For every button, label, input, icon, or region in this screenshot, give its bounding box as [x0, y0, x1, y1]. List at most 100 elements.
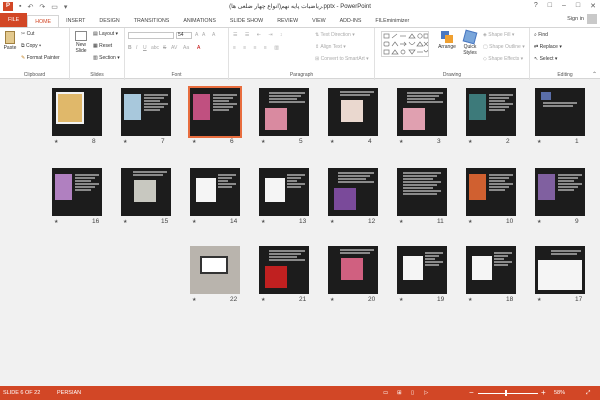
tab-design[interactable]: DESIGN [92, 15, 126, 27]
copy-button[interactable]: ⧉ Copy ▾ [21, 43, 41, 49]
shape-outline-button[interactable]: ▢ Shape Outline ▾ [483, 44, 525, 50]
change-case-button[interactable]: Aa [183, 45, 189, 51]
slide-thumbnail-13[interactable] [259, 168, 309, 216]
zoom-in-button[interactable]: + [541, 388, 546, 397]
find-button[interactable]: ⌕ Find [534, 32, 548, 38]
clipboard-group: Paste ✂ Cut ⧉ Copy ▾ ✎ Format Painter Cl… [0, 28, 70, 80]
slide-text-line [489, 186, 509, 188]
tab-transitions[interactable]: TRANSITIONS [127, 15, 177, 27]
slide-thumbnail-9[interactable] [535, 168, 585, 216]
shape-effects-button[interactable]: ◇ Shape Effects ▾ [483, 56, 523, 62]
slide-thumbnail-1[interactable] [535, 88, 585, 136]
font-size-field[interactable]: 54 [176, 32, 192, 39]
slide-thumbnail-5[interactable] [259, 88, 309, 136]
char-spacing-button[interactable]: AV [171, 45, 177, 51]
account-avatar[interactable] [587, 14, 597, 24]
sign-in-link[interactable]: Sign in [567, 16, 584, 22]
slide-text-line [144, 106, 164, 108]
tab-add-ins[interactable]: ADD-INS [333, 15, 369, 27]
new-slide-button[interactable]: New Slide [73, 31, 89, 54]
minimize-button[interactable]: – [562, 2, 566, 10]
slideshow-view-icon[interactable]: ▷ [424, 390, 428, 396]
maximize-button[interactable]: □ [576, 2, 580, 10]
shapes-gallery[interactable] [381, 31, 429, 57]
language-indicator[interactable]: PERSIAN [57, 390, 81, 396]
close-button[interactable]: ✕ [590, 2, 596, 10]
paste-button[interactable]: Paste [3, 31, 17, 51]
slide-thumbnail-4[interactable] [328, 88, 378, 136]
format-painter-button[interactable]: ✎ Format Painter [21, 55, 60, 61]
slide-thumbnail-10[interactable] [466, 168, 516, 216]
convert-smartart-button[interactable]: ⊞ Convert to SmartArt ▾ [315, 56, 369, 62]
help-button[interactable]: ? [534, 2, 538, 10]
quick-styles-button[interactable]: Quick Styles [460, 29, 480, 56]
slide-thumbnail-22[interactable] [190, 246, 240, 294]
reset-label: Reset [99, 43, 113, 49]
font-color-button[interactable]: A [197, 45, 200, 51]
slide-thumbnail-3[interactable] [397, 88, 447, 136]
bold-button[interactable]: B [128, 45, 132, 51]
strikethrough-button[interactable]: S [163, 45, 166, 51]
shape-effects-label: Shape Effects [488, 56, 520, 62]
slide-text-line [403, 175, 437, 177]
zoom-slider-thumb[interactable] [505, 390, 507, 396]
collapse-ribbon-icon[interactable]: ⌃ [592, 71, 597, 78]
shape-fill-button[interactable]: ◈ Shape Fill ▾ [483, 32, 514, 38]
tab-review[interactable]: REVIEW [270, 15, 305, 27]
slide-text-line [287, 180, 297, 182]
slide-thumbnail-21[interactable] [259, 246, 309, 294]
clear-formatting-button[interactable]: A [212, 32, 215, 38]
slide-thumbnail-2[interactable] [466, 88, 516, 136]
tab-insert[interactable]: INSERT [59, 15, 92, 27]
cut-button[interactable]: ✂ Cut [21, 31, 34, 37]
shadow-button[interactable]: abc [151, 45, 159, 51]
reset-button[interactable]: ▦ Reset [93, 43, 112, 49]
slide-text-line [269, 250, 305, 252]
slide-thumbnail-11[interactable] [397, 168, 447, 216]
slide-text-line [75, 186, 95, 188]
arrange-button[interactable]: Arrange [437, 31, 457, 50]
replace-button[interactable]: ⇄ Replace ▾ [534, 44, 562, 50]
tab-slide-show[interactable]: SLIDE SHOW [223, 15, 270, 27]
reading-view-icon[interactable]: ▯ [411, 390, 414, 396]
underline-button[interactable]: U [143, 45, 147, 51]
slide-thumbnail-20[interactable] [328, 246, 378, 294]
ribbon-display-button[interactable]: □ [548, 2, 552, 10]
slide-thumbnail-16[interactable] [52, 168, 102, 216]
section-button[interactable]: ▥ Section ▾ [93, 55, 120, 61]
slide-thumbnail-8[interactable] [52, 88, 102, 136]
slide-thumbnail-15[interactable] [121, 168, 171, 216]
slide-text-line [489, 109, 505, 111]
tab-view[interactable]: VIEW [305, 15, 333, 27]
list-buttons[interactable]: ☰ ☰ ⇤ ⇥ ↕ [233, 32, 285, 38]
slide-sorter-view-icon[interactable]: ⊞ [397, 390, 402, 396]
text-direction-button[interactable]: ⇅ Text Direction ▾ [315, 32, 355, 38]
tab-fileminimizer[interactable]: FILEminimizer [368, 15, 416, 27]
shrink-font-button[interactable]: A [202, 32, 205, 38]
shape-fill-label: Shape Fill [488, 32, 511, 38]
slide-thumbnail-6[interactable] [188, 86, 242, 138]
slide-thumbnail-19[interactable] [397, 246, 447, 294]
slide-text-line [218, 186, 232, 188]
normal-view-icon[interactable]: ▭ [383, 390, 388, 396]
slide-thumbnail-7[interactable] [121, 88, 171, 136]
slide-thumbnail-17[interactable] [535, 246, 585, 294]
zoom-level[interactable]: 58% [554, 390, 565, 396]
tab-animations[interactable]: ANIMATIONS [176, 15, 223, 27]
slide-thumbnail-14[interactable] [190, 168, 240, 216]
grow-font-button[interactable]: A [195, 32, 198, 38]
slide-thumbnail-18[interactable] [466, 246, 516, 294]
tab-home[interactable]: HOME [27, 15, 60, 27]
font-name-field[interactable] [128, 32, 174, 39]
fit-to-window-icon[interactable]: ⤢ [586, 390, 590, 397]
align-text-button[interactable]: ⇕ Align Text ▾ [315, 44, 346, 50]
animation-star-icon: ★ [537, 139, 542, 145]
italic-button[interactable]: I [136, 45, 137, 51]
select-button[interactable]: ↖ Select ▾ [534, 56, 557, 62]
alignment-buttons[interactable]: ≡ ≡ ≡ ≡ ▥ [233, 45, 282, 51]
slide-thumbnail-12[interactable] [328, 168, 378, 216]
layout-button[interactable]: ▤ Layout ▾ [93, 31, 118, 37]
zoom-slider[interactable] [478, 393, 538, 394]
zoom-out-button[interactable]: − [469, 388, 474, 397]
tab-file[interactable]: FILE [0, 13, 28, 27]
